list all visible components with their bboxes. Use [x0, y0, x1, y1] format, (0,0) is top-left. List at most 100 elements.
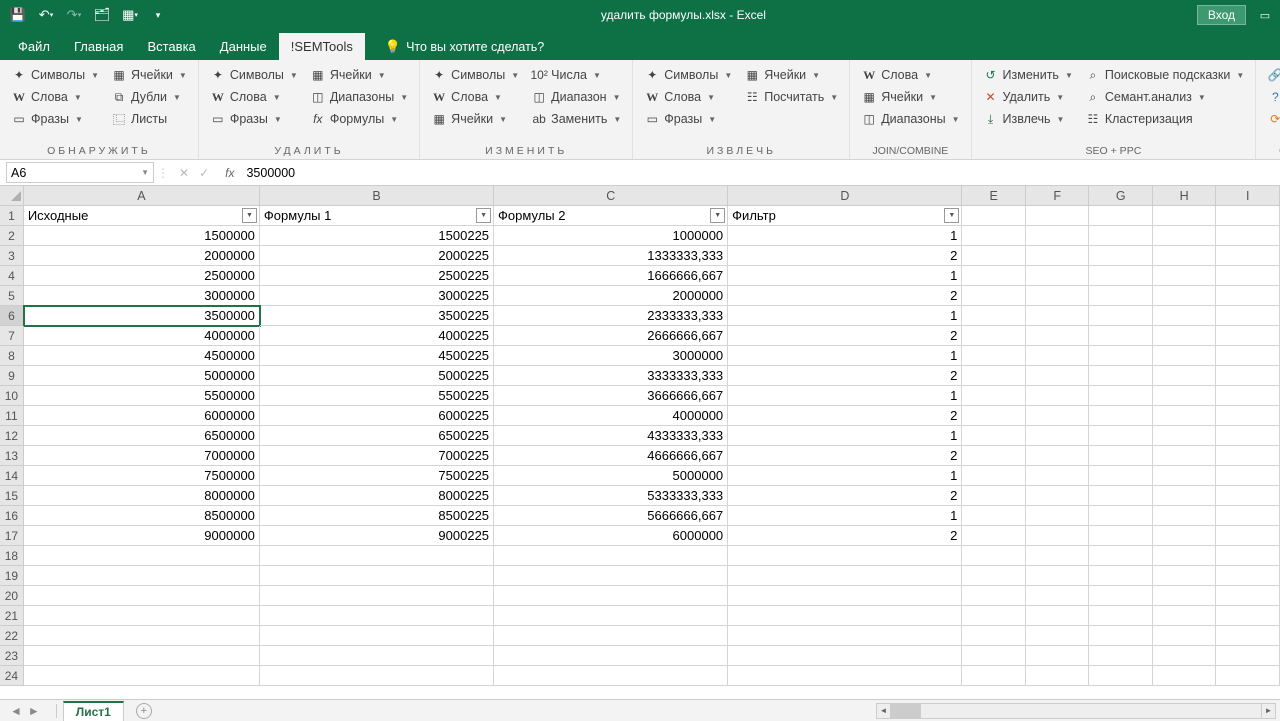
- row-header[interactable]: 19: [0, 566, 24, 586]
- cell[interactable]: [1026, 406, 1090, 426]
- cell[interactable]: 6000000: [24, 406, 260, 426]
- ribbon-button[interactable]: ☷Кластеризация: [1080, 108, 1249, 130]
- row-header[interactable]: 20: [0, 586, 24, 606]
- cell[interactable]: 4500000: [24, 346, 260, 366]
- cell[interactable]: [1216, 626, 1280, 646]
- cell[interactable]: [728, 646, 962, 666]
- cell[interactable]: 2: [728, 486, 962, 506]
- cell[interactable]: [962, 366, 1026, 386]
- row-header[interactable]: 7: [0, 326, 24, 346]
- cell[interactable]: [1026, 366, 1090, 386]
- cell[interactable]: [1089, 466, 1153, 486]
- cell[interactable]: [1089, 326, 1153, 346]
- cell[interactable]: [24, 546, 260, 566]
- cell[interactable]: 4500225: [260, 346, 494, 366]
- cell[interactable]: [1216, 246, 1280, 266]
- cell[interactable]: [1153, 626, 1217, 646]
- row-header[interactable]: 1: [0, 206, 24, 226]
- row-header[interactable]: 18: [0, 546, 24, 566]
- ribbon-button[interactable]: ✕Удалить▼: [978, 86, 1078, 108]
- cell[interactable]: 3333333,333: [494, 366, 728, 386]
- cell[interactable]: [1026, 546, 1090, 566]
- ribbon-button[interactable]: abЗаменить▼: [526, 108, 626, 130]
- cell[interactable]: [728, 666, 962, 686]
- scroll-thumb[interactable]: [891, 704, 921, 718]
- cell[interactable]: [962, 606, 1026, 626]
- cell[interactable]: [962, 526, 1026, 546]
- cell[interactable]: 4666666,667: [494, 446, 728, 466]
- cell[interactable]: [1089, 486, 1153, 506]
- cell[interactable]: [1026, 586, 1090, 606]
- column-header[interactable]: D: [728, 186, 962, 205]
- cell[interactable]: [1216, 606, 1280, 626]
- qat-customize-icon[interactable]: ▾: [146, 4, 170, 26]
- cell[interactable]: [1026, 286, 1090, 306]
- row-header[interactable]: 15: [0, 486, 24, 506]
- cell[interactable]: [1089, 346, 1153, 366]
- cell[interactable]: 8500000: [24, 506, 260, 526]
- row-header[interactable]: 17: [0, 526, 24, 546]
- cell[interactable]: [1216, 586, 1280, 606]
- chevron-down-icon[interactable]: ▼: [141, 168, 149, 177]
- cell[interactable]: 7000225: [260, 446, 494, 466]
- row-header[interactable]: 22: [0, 626, 24, 646]
- cell[interactable]: [1089, 546, 1153, 566]
- row-header[interactable]: 11: [0, 406, 24, 426]
- ribbon-button[interactable]: ▦Ячейки▼: [106, 64, 192, 86]
- cell[interactable]: 3666666,667: [494, 386, 728, 406]
- ribbon-button[interactable]: WСлова▼: [856, 64, 964, 86]
- cell[interactable]: 6000000: [494, 526, 728, 546]
- cell[interactable]: [1153, 446, 1217, 466]
- cell[interactable]: [260, 546, 494, 566]
- cell[interactable]: 5000000: [494, 466, 728, 486]
- cell[interactable]: 7500225: [260, 466, 494, 486]
- cell[interactable]: [1153, 666, 1217, 686]
- cell[interactable]: [962, 666, 1026, 686]
- cell[interactable]: [1026, 426, 1090, 446]
- cell[interactable]: 2: [728, 286, 962, 306]
- cell[interactable]: 5000225: [260, 366, 494, 386]
- cell[interactable]: [1153, 306, 1217, 326]
- cell[interactable]: [728, 586, 962, 606]
- cell[interactable]: [1153, 206, 1217, 226]
- cell[interactable]: [494, 586, 728, 606]
- cell[interactable]: [1089, 666, 1153, 686]
- ribbon-button[interactable]: ▦Ячейки▼: [305, 64, 413, 86]
- column-header[interactable]: H: [1153, 186, 1217, 205]
- cell[interactable]: 1: [728, 426, 962, 446]
- cell[interactable]: 1500225: [260, 226, 494, 246]
- cell[interactable]: [24, 566, 260, 586]
- filter-dropdown-icon[interactable]: ▼: [710, 208, 725, 223]
- row-header[interactable]: 3: [0, 246, 24, 266]
- select-all-corner[interactable]: [0, 186, 24, 205]
- column-header[interactable]: C: [494, 186, 728, 205]
- cell[interactable]: [1153, 426, 1217, 446]
- cell[interactable]: [1216, 446, 1280, 466]
- cell[interactable]: 8000000: [24, 486, 260, 506]
- cell[interactable]: 9000225: [260, 526, 494, 546]
- ribbon-button[interactable]: ⧉Дубли▼: [106, 86, 192, 108]
- ribbon-button[interactable]: ⟳Обновление▼: [1262, 108, 1280, 130]
- column-header[interactable]: E: [962, 186, 1026, 205]
- prev-sheet-icon[interactable]: ◄: [10, 704, 22, 718]
- cell[interactable]: 1666666,667: [494, 266, 728, 286]
- cell[interactable]: [494, 606, 728, 626]
- ribbon-button[interactable]: ?Мануал▼: [1262, 86, 1280, 108]
- cell[interactable]: 2: [728, 326, 962, 346]
- qat-btn[interactable]: ▦▾: [118, 4, 142, 26]
- cell[interactable]: 4000000: [24, 326, 260, 346]
- cell[interactable]: 4000225: [260, 326, 494, 346]
- cell[interactable]: [728, 626, 962, 646]
- cell[interactable]: Формулы 1▼: [260, 206, 494, 226]
- cell[interactable]: [1089, 646, 1153, 666]
- cell[interactable]: 1: [728, 386, 962, 406]
- cell[interactable]: 2: [728, 526, 962, 546]
- tab-!semtools[interactable]: !SEMTools: [279, 33, 365, 60]
- cell[interactable]: 2333333,333: [494, 306, 728, 326]
- cell[interactable]: [1216, 526, 1280, 546]
- cell[interactable]: [1089, 246, 1153, 266]
- cell[interactable]: [1089, 406, 1153, 426]
- cell[interactable]: [1153, 266, 1217, 286]
- cell[interactable]: 1: [728, 506, 962, 526]
- ribbon-button[interactable]: ▭Фразы▼: [205, 108, 303, 130]
